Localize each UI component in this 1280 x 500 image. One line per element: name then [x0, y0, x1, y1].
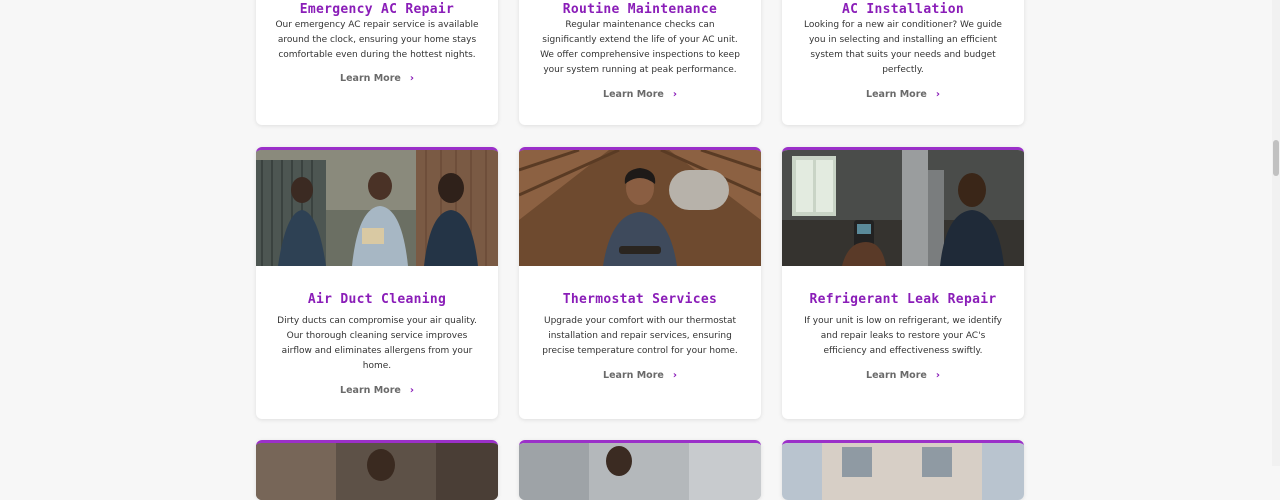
service-card-row3-1	[256, 440, 498, 500]
service-card-thermostat-services: Thermostat Services Upgrade your comfort…	[519, 147, 761, 419]
card-description: Looking for a new air conditioner? We gu…	[804, 20, 1002, 75]
learn-more-label: Learn More	[340, 385, 401, 396]
card-description: Upgrade your comfort with our thermostat…	[542, 316, 738, 356]
card-title: Air Duct Cleaning	[307, 292, 447, 307]
learn-more-link[interactable]: Learn More ›	[519, 370, 761, 381]
learn-more-label: Learn More	[866, 89, 927, 100]
card-description: Regular maintenance checks can significa…	[540, 20, 740, 75]
technician-photo	[519, 443, 761, 500]
technician-photo	[256, 443, 498, 500]
chevron-right-icon: ›	[409, 73, 414, 84]
learn-more-link[interactable]: Learn More ›	[782, 89, 1024, 100]
chevron-right-icon: ›	[935, 89, 940, 100]
learn-more-link[interactable]: Learn More ›	[519, 89, 761, 100]
learn-more-label: Learn More	[866, 370, 927, 381]
technician-attic-photo	[519, 150, 761, 266]
learn-more-label: Learn More	[603, 370, 664, 381]
card-title: Emergency AC Repair	[299, 2, 455, 17]
card-title: AC Installation	[842, 2, 964, 17]
card-title: Thermostat Services	[562, 292, 718, 307]
service-card-emergency-ac-repair: Emergency AC Repair Our emergency AC rep…	[256, 0, 498, 125]
card-description: If your unit is low on refrigerant, we i…	[804, 316, 1002, 356]
page-scrollbar[interactable]	[1272, 0, 1280, 466]
chevron-right-icon: ›	[935, 370, 940, 381]
card-title: Refrigerant Leak Repair	[809, 292, 997, 307]
chevron-right-icon: ›	[672, 370, 677, 381]
service-card-row3-3	[782, 440, 1024, 500]
card-description: Dirty ducts can compromise your air qual…	[277, 316, 477, 371]
learn-more-label: Learn More	[340, 73, 401, 84]
technician-gauge-photo	[782, 150, 1024, 266]
house-photo	[782, 443, 1024, 500]
chevron-right-icon: ›	[409, 385, 414, 396]
learn-more-link[interactable]: Learn More ›	[256, 385, 498, 396]
learn-more-label: Learn More	[603, 89, 664, 100]
service-card-refrigerant-leak-repair: Refrigerant Leak Repair If your unit is …	[782, 147, 1024, 419]
service-card-row3-2	[519, 440, 761, 500]
service-card-air-duct-cleaning: Air Duct Cleaning Dirty ducts can compro…	[256, 147, 498, 419]
card-title: Routine Maintenance	[562, 2, 718, 17]
scrollbar-thumb[interactable]	[1273, 140, 1279, 176]
service-card-ac-installation: AC Installation Looking for a new air co…	[782, 0, 1024, 125]
technicians-photo	[256, 150, 498, 266]
service-card-routine-maintenance: Routine Maintenance Regular maintenance …	[519, 0, 761, 125]
card-description: Our emergency AC repair service is avail…	[275, 20, 479, 60]
learn-more-link[interactable]: Learn More ›	[782, 370, 1024, 381]
chevron-right-icon: ›	[672, 89, 677, 100]
learn-more-link[interactable]: Learn More ›	[256, 73, 498, 84]
